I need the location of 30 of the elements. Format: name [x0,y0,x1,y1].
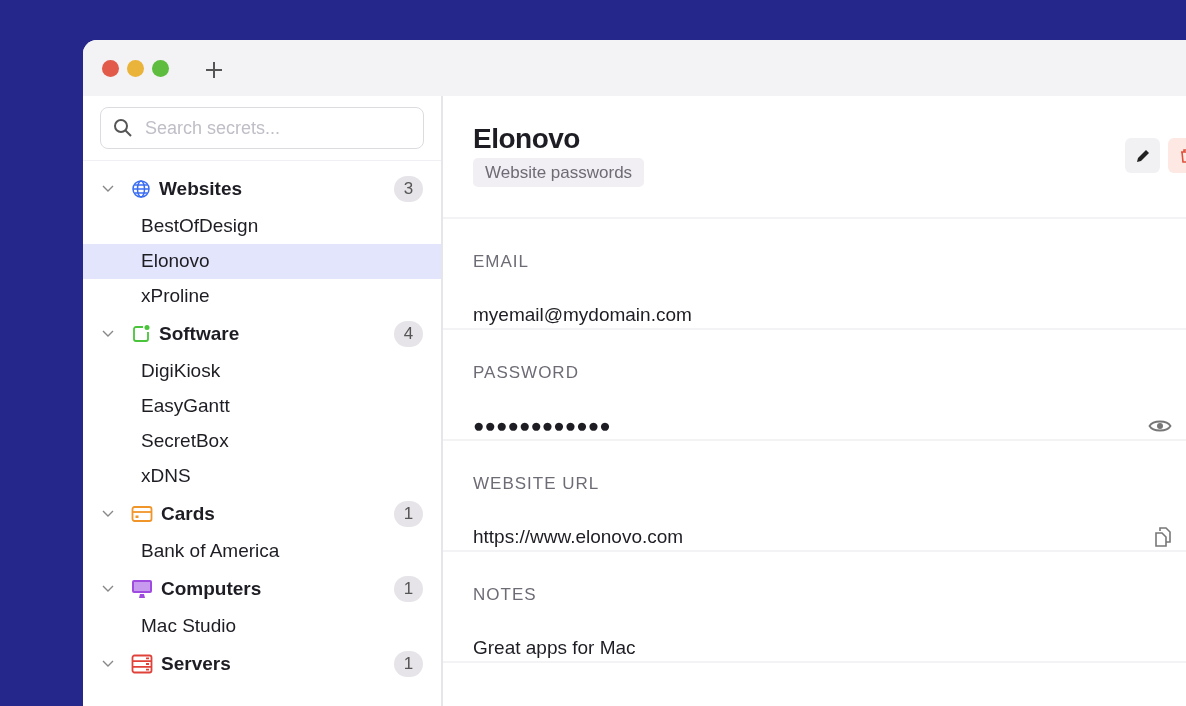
secret-item[interactable]: SecretBox [83,424,441,459]
category-label[interactable]: Cards [161,499,394,529]
category-label[interactable]: Computers [161,574,394,604]
secret-item[interactable]: xProline [83,279,441,314]
secret-item[interactable]: BestOfDesign [83,209,441,244]
category-label[interactable]: Websites [159,174,394,204]
item-count: 1 [394,651,423,677]
field-value: ●●●●●●●●●●●● [473,413,612,438]
category-tag: Website passwords [473,157,645,188]
item-title: Elonovo [473,122,581,156]
secret-item[interactable]: xDNS [83,459,441,494]
category-label[interactable]: Servers [161,649,394,679]
secret-item[interactable]: DigiKiosk [83,354,441,389]
field-value: Great apps for Mac [473,635,637,660]
field-value: https://www.elonovo.com [473,524,685,549]
field-label: WEBSITE URL [473,473,601,496]
item-count: 1 [394,576,423,602]
item-count: 1 [394,501,423,527]
field-value: myemail@mydomain.com [473,302,693,327]
secret-item[interactable]: EasyGantt [83,389,441,424]
field-label: PASSWORD [473,362,580,385]
category-label[interactable]: Software [159,319,394,349]
item-count: 3 [394,176,423,202]
item-count: 4 [394,321,423,347]
secret-item[interactable]: Bank of America [83,534,441,569]
field-label: EMAIL [473,251,531,274]
search-field[interactable]: Search secrets... [100,107,424,149]
secret-item[interactable]: Elonovo [83,244,441,279]
field-label: NOTES [473,584,538,607]
secret-item[interactable]: Mac Studio [83,609,441,644]
